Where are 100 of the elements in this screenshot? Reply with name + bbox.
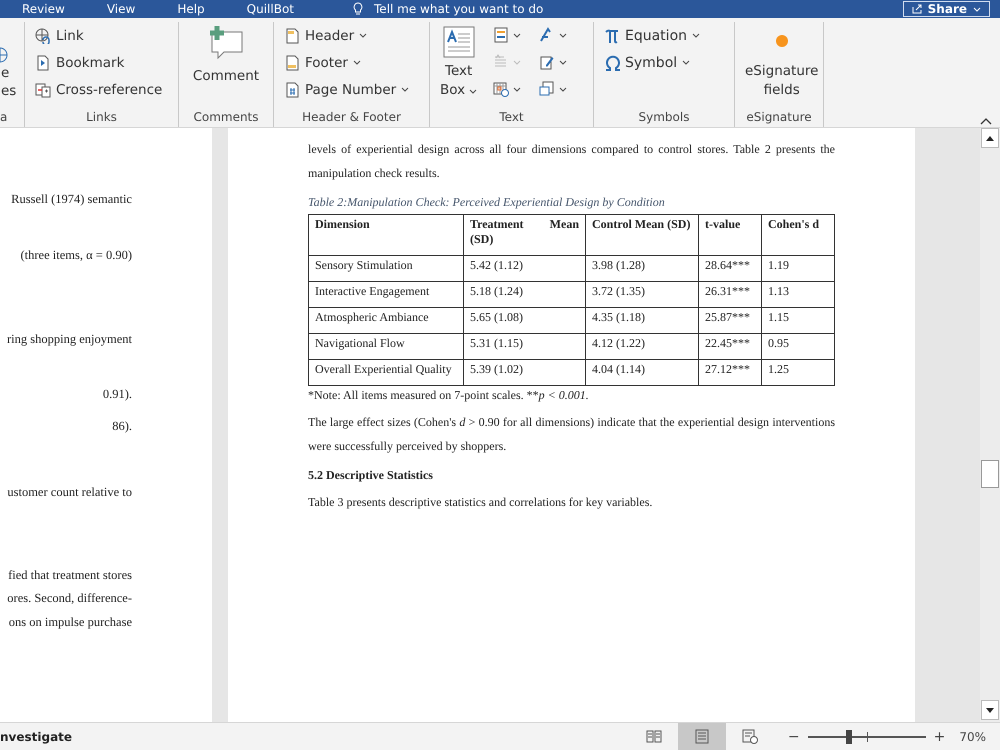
column-header: Dimension [308,214,464,256]
table-cell: 28.64*** [698,256,762,282]
table-cell: 25.87*** [698,308,762,334]
table-cell: Navigational Flow [308,334,464,360]
bookmark-icon [35,54,51,70]
group-label: a [0,109,8,126]
scroll-up-button[interactable] [981,128,999,148]
text-box-icon [442,26,475,58]
table-note: *Note: All items measured on 7-point scales. **p < 0.001. [308,387,590,404]
caret-icon [559,86,568,92]
group-label: Text [498,109,525,126]
cross-reference-icon [35,82,51,98]
menu-tab[interactable]: QuillBot [246,2,294,16]
column-header: Control Mean (SD) [586,214,698,256]
table-cell: Atmospheric Ambiance [308,308,464,334]
text-line: ustomer count relative to [7,485,132,500]
group-label: Header & Footer [301,109,402,126]
page-number-icon [284,82,300,98]
read-view-icon [646,729,662,744]
paragraph: The large effect sizes (Cohen's d > 0.90 for all dimensions) indicate that the experiential design interventions were successfully perceived by shoppers. [308,414,835,455]
table-cell: 5.31 (1.15) [464,334,586,360]
caret-icon [359,33,368,38]
text-line: ores. Second, difference- [7,591,132,606]
table-cell: 5.42 (1.12) [464,256,586,282]
comment-button[interactable]: Comment [188,22,264,86]
collapse-ribbon-button[interactable] [980,117,992,125]
paragraph: Table 3 presents descriptive statistics and correlations for key variables. [308,494,654,511]
text-box-button[interactable]: Text Box [436,24,482,102]
globe-icon [0,46,8,64]
dot-icon [774,34,789,48]
share-button[interactable]: Share [902,1,990,17]
caret-icon [973,6,981,12]
table-cell: 5.18 (1.24) [464,282,586,308]
chevron-up-icon [980,117,992,125]
tell-me-field[interactable]: Tell me what you want to do [374,2,544,16]
up-arrow-icon [986,136,994,140]
table-cell: 4.12 (1.22) [586,334,698,360]
omega-button[interactable]: Symbol [604,49,690,76]
caret-icon [513,32,522,38]
table-cell: 0.95 [762,334,834,360]
paragraph: levels of experiential design across all four dimensions compared to control stores. Table 2 presents the manipulation check results. [308,141,835,182]
zoom-level[interactable]: 70% [959,730,986,744]
menu-tab[interactable]: View [106,2,136,16]
column-header: Treatment Mean (SD) [464,214,586,256]
header-button[interactable]: Header [284,22,368,49]
column-header: t-value [698,214,762,256]
table-cell: Sensory Stimulation [308,256,464,282]
caret-icon [513,60,522,64]
table-cell: 4.35 (1.18) [586,308,698,334]
scroll-down-button[interactable] [981,700,999,720]
caret-icon [692,33,700,38]
text-line: 86). [112,419,132,434]
table-caption: Table 2:Manipulation Check: Perceived Experiential Design by Condition [308,194,666,211]
print-view-button[interactable] [678,723,726,750]
down-arrow-icon [986,708,994,712]
object-icon [539,81,556,97]
page-number-button[interactable]: Page Number [284,76,410,103]
pi-button[interactable]: Equation [604,22,700,49]
group-label: eSignature [745,109,813,126]
pi-icon [604,28,620,44]
caret-icon [469,89,478,94]
table-cell: 3.72 (1.35) [586,282,698,308]
status-text: nvestigate [0,730,72,744]
table-cell: 22.45*** [698,334,762,360]
caret-icon [682,60,690,65]
cross-reference-button[interactable]: Cross-reference [35,76,162,103]
table-cell: 3.98 (1.28) [586,256,698,282]
menu-tab[interactable]: Help [177,2,205,16]
table-cell: 1.13 [762,282,834,308]
zoom-in-button[interactable]: + [930,728,950,744]
zoom-out-button[interactable]: − [784,728,804,744]
text-line: Russell (1974) semantic [11,192,132,207]
menu-tab[interactable]: Review [22,2,65,16]
text-line: ons on impulse purchase [8,615,132,630]
table-cell: 5.39 (1.02) [464,360,586,386]
group-label: Symbols [638,109,690,126]
table-cell: Interactive Engagement [308,282,464,308]
bookmark-button[interactable]: Bookmark [35,49,124,76]
date-time-icon [493,81,510,97]
vertical-scrollbar[interactable] [980,128,1000,722]
signature-line-icon [539,54,556,70]
table-cell: 26.31*** [698,282,762,308]
footer-button[interactable]: Footer [284,49,361,76]
link-button[interactable]: Link [35,22,84,49]
slider-thumb[interactable] [846,730,852,744]
column-header: Cohen's d [762,214,834,256]
caret-icon [559,60,568,64]
scroll-thumb[interactable] [981,460,999,488]
link-icon [35,28,51,44]
table-cell: 5.65 (1.08) [464,308,586,334]
ribbon-button-label[interactable]: es [1,82,16,100]
quick-parts-icon [493,27,510,43]
caret-icon [401,87,410,92]
text-line: ring shopping enjoyment [7,332,132,347]
text-line: fied that treatment stores [8,568,132,583]
omega-icon [604,54,620,70]
lightbulb-icon [352,2,364,16]
esignature-button[interactable]: eSignature fields [741,22,822,102]
table-cell: 1.15 [762,308,834,334]
ribbon-button-label[interactable]: e [1,64,10,82]
